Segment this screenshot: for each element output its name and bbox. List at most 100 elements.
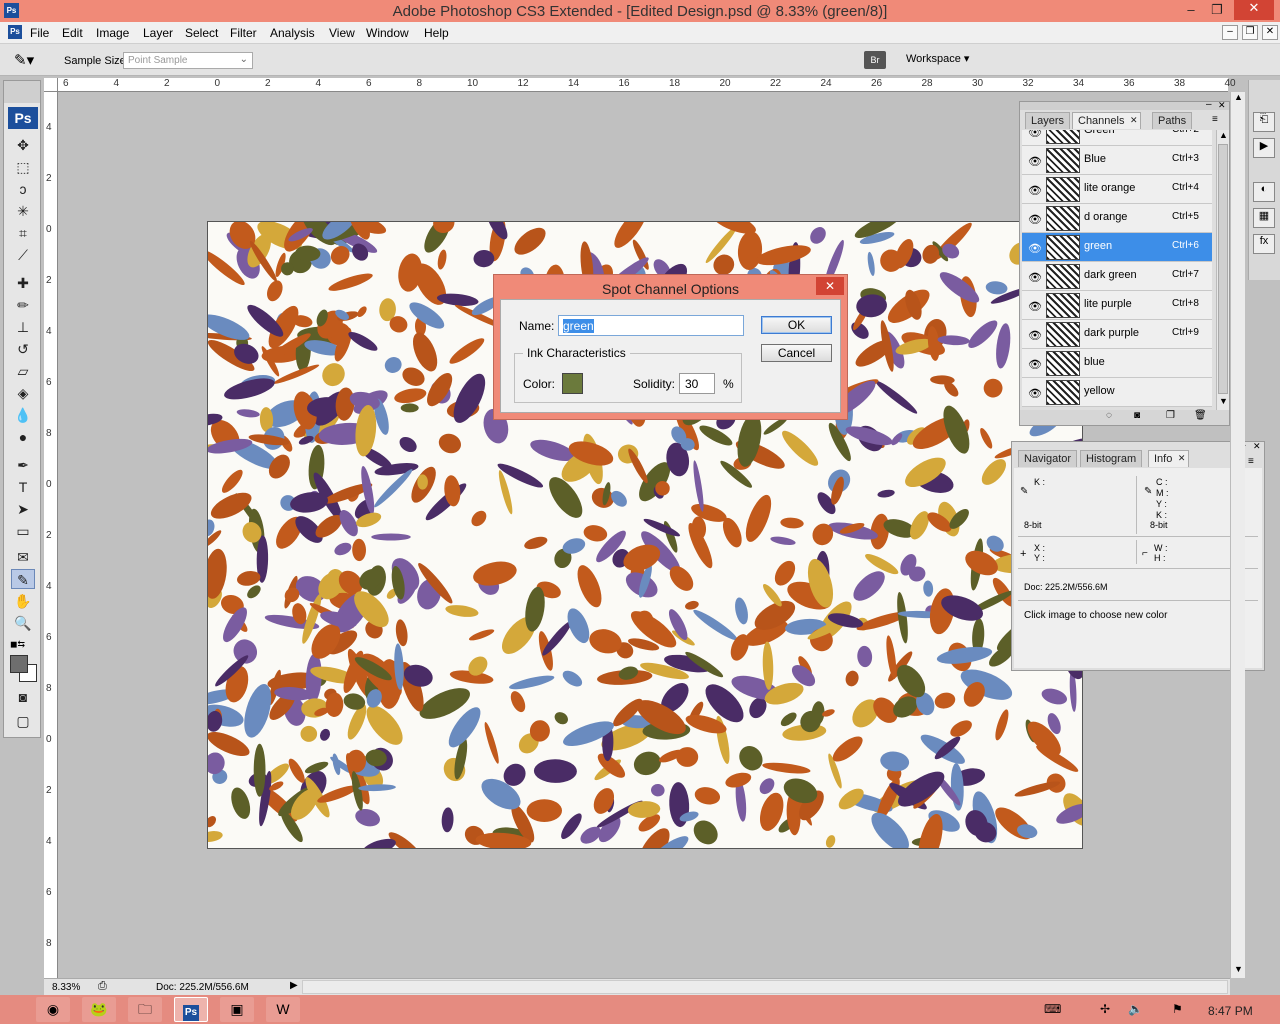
tab-paths[interactable]: Paths — [1152, 112, 1193, 129]
default-colors-icon[interactable]: ◼⇆ — [10, 639, 25, 650]
brush-tool-icon[interactable]: ✏ — [11, 295, 35, 315]
zoom-tool-icon[interactable]: 🔍 — [11, 613, 35, 633]
status-menu-arrow-icon[interactable]: ▶ — [290, 980, 298, 991]
file-explorer-taskbar-icon[interactable]: 🗀 — [128, 997, 162, 1022]
cancel-button[interactable]: Cancel — [761, 344, 832, 362]
slice-tool-icon[interactable]: ⟋ — [11, 245, 35, 265]
document-icon[interactable]: Ps — [8, 25, 22, 39]
dialog-close-icon[interactable]: ✕ — [816, 277, 844, 295]
bridge-button[interactable]: Br — [864, 51, 886, 69]
menu-edit[interactable]: Edit — [62, 26, 83, 40]
dodge-tool-icon[interactable]: ● — [11, 427, 35, 447]
eyedropper-tool-preset-icon[interactable]: ✎▾ — [14, 51, 34, 69]
app-taskbar-icon[interactable]: 🐸 — [82, 997, 116, 1022]
doc-minimize-button[interactable]: – — [1222, 25, 1238, 40]
history-brush-tool-icon[interactable]: ↺ — [11, 339, 35, 359]
styles-panel-icon[interactable]: fx — [1253, 234, 1275, 254]
screen-mode-icon[interactable]: ▢ — [11, 711, 35, 731]
blur-tool-icon[interactable]: 💧 — [11, 405, 35, 425]
menu-layer[interactable]: Layer — [143, 26, 173, 40]
status-toggle-icon[interactable]: ⎙ — [98, 980, 107, 993]
eye-icon[interactable]: 👁 — [1028, 184, 1042, 197]
nvidia-taskbar-icon[interactable]: ▣ — [220, 997, 254, 1022]
zoom-level[interactable]: 8.33% — [52, 982, 80, 993]
name-input[interactable]: green — [558, 315, 744, 336]
history-panel-icon[interactable]: ⎗ — [1253, 112, 1275, 132]
scroll-up-icon[interactable]: ▲ — [1234, 92, 1243, 102]
lasso-tool-icon[interactable]: ↄ — [11, 179, 35, 199]
word-taskbar-icon[interactable]: W — [266, 997, 300, 1022]
notes-tool-icon[interactable]: ✉ — [11, 547, 35, 567]
info-panel-close-icon[interactable]: ✕ — [1253, 441, 1261, 452]
quick-mask-icon[interactable]: ◙ — [11, 687, 35, 707]
channel-row-blue[interactable]: 👁 Blue Ctrl+3 — [1022, 146, 1212, 175]
tab-close-icon[interactable]: ✕ — [1130, 115, 1138, 126]
menu-window[interactable]: Window — [366, 26, 409, 40]
sample-size-select[interactable]: Point Sample ⌄ — [123, 52, 253, 69]
eye-icon[interactable]: 👁 — [1028, 300, 1042, 313]
channel-row-blue[interactable]: 👁 blue — [1022, 349, 1212, 378]
menu-select[interactable]: Select — [185, 26, 218, 40]
eye-icon[interactable]: 👁 — [1028, 358, 1042, 371]
toolbox-grip[interactable] — [4, 81, 40, 103]
eyedropper-tool-icon[interactable]: ✎ — [11, 569, 35, 589]
tab-histogram[interactable]: Histogram — [1080, 450, 1143, 467]
keyboard-icon[interactable]: ⌨ — [1044, 1002, 1061, 1016]
eraser-tool-icon[interactable]: ▱ — [11, 361, 35, 381]
new-channel-icon[interactable]: ❐ — [1166, 410, 1175, 421]
move-tool-icon[interactable]: ✥ — [11, 135, 35, 155]
shape-tool-icon[interactable]: ▭ — [11, 521, 35, 541]
tab-info[interactable]: Info ✕ — [1148, 450, 1190, 467]
actions-panel-icon[interactable]: ▶ — [1253, 138, 1275, 158]
doc-restore-button[interactable]: ❐ — [1242, 25, 1258, 40]
channel-row-lite-orange[interactable]: 👁 lite orange Ctrl+4 — [1022, 175, 1212, 204]
channel-row-yellow[interactable]: 👁 yellow — [1022, 378, 1212, 407]
workspace-menu[interactable]: Workspace ▾ — [906, 52, 969, 65]
channel-row-green[interactable]: 👁 Green Ctrl+2 — [1022, 130, 1212, 146]
volume-icon[interactable]: 🔈 — [1128, 1002, 1143, 1016]
vertical-scrollbar[interactable]: ▲ ▼ — [1230, 92, 1245, 978]
channel-row-dark-purple[interactable]: 👁 dark purple Ctrl+9 — [1022, 320, 1212, 349]
tab-layers[interactable]: Layers — [1025, 112, 1071, 129]
healing-brush-tool-icon[interactable]: ✚ — [11, 273, 35, 293]
horizontal-scrollbar[interactable] — [302, 980, 1228, 994]
swatches-panel-icon[interactable]: ▦ — [1253, 208, 1275, 228]
channel-scrollbar[interactable]: ▲ ▼ — [1216, 130, 1229, 410]
network-icon[interactable]: ✢ — [1100, 1002, 1110, 1016]
panel-minimize-icon[interactable]: – — [1206, 99, 1212, 110]
marquee-tool-icon[interactable]: ⬚ — [11, 157, 35, 177]
photoshop-taskbar-icon[interactable]: Ps — [174, 997, 208, 1022]
channel-row-dark-green[interactable]: 👁 dark green Ctrl+7 — [1022, 262, 1212, 291]
scroll-down-icon[interactable]: ▼ — [1219, 396, 1228, 406]
doc-close-button[interactable]: ✕ — [1262, 25, 1278, 40]
eye-icon[interactable]: 👁 — [1028, 242, 1042, 255]
ruler-origin[interactable] — [44, 78, 58, 92]
close-button[interactable]: ✕ — [1234, 0, 1274, 20]
clone-stamp-tool-icon[interactable]: ⊥ — [11, 317, 35, 337]
menu-analysis[interactable]: Analysis — [270, 26, 315, 40]
channel-row-d-orange[interactable]: 👁 d orange Ctrl+5 — [1022, 204, 1212, 233]
tab-channels[interactable]: Channels ✕ — [1072, 112, 1142, 129]
path-selection-tool-icon[interactable]: ➤ — [11, 499, 35, 519]
chrome-taskbar-icon[interactable]: ◉ — [36, 997, 70, 1022]
hand-tool-icon[interactable]: ✋ — [11, 591, 35, 611]
tab-navigator[interactable]: Navigator — [1018, 450, 1078, 467]
channel-row-lite-purple[interactable]: 👁 lite purple Ctrl+8 — [1022, 291, 1212, 320]
scroll-up-icon[interactable]: ▲ — [1219, 130, 1228, 140]
menu-help[interactable]: Help — [424, 26, 449, 40]
solidity-input[interactable]: 30 — [679, 373, 715, 394]
scroll-down-icon[interactable]: ▼ — [1234, 964, 1243, 974]
info-panel-menu-icon[interactable]: ≡ — [1248, 456, 1254, 467]
eye-icon[interactable]: 👁 — [1028, 387, 1042, 400]
clock[interactable]: 8:47 PM — [1208, 1004, 1253, 1018]
delete-channel-icon[interactable]: 🗑 — [1194, 410, 1207, 421]
paint-bucket-tool-icon[interactable]: ◈ — [11, 383, 35, 403]
eye-icon[interactable]: 👁 — [1028, 155, 1042, 168]
menu-file[interactable]: File — [30, 26, 49, 40]
scroll-thumb[interactable] — [1218, 144, 1228, 394]
save-selection-icon[interactable]: ◙ — [1134, 410, 1140, 421]
eye-icon[interactable]: 👁 — [1028, 329, 1042, 342]
eye-icon[interactable]: 👁 — [1028, 271, 1042, 284]
type-tool-icon[interactable]: T — [11, 477, 35, 497]
foreground-color-swatch[interactable] — [10, 655, 28, 673]
